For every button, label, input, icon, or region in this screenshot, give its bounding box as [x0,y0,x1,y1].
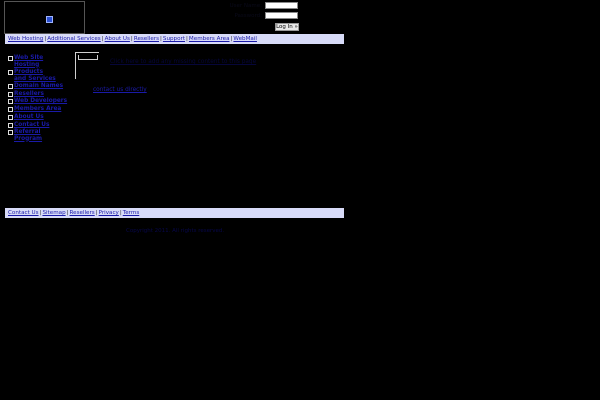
content-faint-link[interactable]: Click here to add any missing content to… [110,59,256,65]
footer-sitemap[interactable]: Sitemap [42,210,65,216]
sidebar-link[interactable]: Contact Us [14,122,70,129]
checkbox-icon [8,122,13,128]
sidebar-link[interactable]: About Us [14,114,70,121]
sidebar-item-resellers: Resellers [8,91,70,98]
nav-additional-services[interactable]: Additional Services [47,36,100,42]
nav-about-us[interactable]: About Us [105,36,130,42]
sidebar-item-web-developers: Web Developers [8,98,70,105]
login-button[interactable]: Log In » [275,23,299,31]
checkbox-icon [8,130,13,135]
checkbox-icon [8,115,13,120]
password-label: Password: [234,13,262,19]
nav-web-hosting[interactable]: Web Hosting [8,36,43,42]
sidebar-item-referral-program: Referral Program [8,129,70,142]
checkbox-icon [8,84,13,89]
username-label: User Name: [229,3,262,9]
footer-contact-us[interactable]: Contact Us [8,210,39,216]
checkbox-icon [8,106,13,112]
sidebar-link[interactable]: Web Developers [14,98,70,105]
decorative-bracket [75,52,99,79]
logo-box[interactable] [4,1,85,34]
username-field[interactable] [265,2,298,9]
contact-directly-link[interactable]: contact us directly [93,87,147,93]
nav-support[interactable]: Support [163,36,185,42]
sidebar-item-domain-names: Domain Names [8,83,70,90]
sidebar-item-contact-us: Contact Us [8,122,70,129]
checkbox-icon [8,91,13,97]
sidebar-item-about-us: About Us [8,114,70,121]
checkbox-icon [8,99,13,104]
nav-resellers[interactable]: Resellers [134,36,159,42]
sidebar-item-products-and-services: Products and Services [8,69,70,82]
footer-privacy[interactable]: Privacy [99,210,119,216]
broken-image-icon [46,16,53,23]
top-nav-bar: Web Hosting|Additional Services|About Us… [5,34,344,44]
footer-nav-bar: Contact Us|Sitemap|Resellers|Privacy|Ter… [5,208,344,218]
copyright-text: Copyright 2011. All rights reserved. [126,228,225,234]
checkbox-icon [8,70,13,75]
sidebar-menu: Web Site Hosting Products and Services D… [8,55,70,143]
password-field[interactable] [265,12,298,19]
sidebar-link[interactable]: Web Site Hosting [14,55,70,68]
nav-members-area[interactable]: Members Area [189,36,230,42]
sidebar-item-web-site-hosting: Web Site Hosting [8,55,70,68]
nav-webmail[interactable]: WebMail [233,36,257,42]
sidebar-link[interactable]: Members Area [14,106,70,113]
sidebar-link[interactable]: Referral Program [14,129,70,142]
sidebar-link[interactable]: Resellers [14,91,70,98]
sidebar-link[interactable]: Domain Names [14,83,70,90]
footer-terms[interactable]: Terms [123,210,139,216]
sidebar-link[interactable]: Products and Services [14,69,56,82]
sidebar-item-members-area: Members Area [8,106,70,113]
footer-resellers[interactable]: Resellers [70,210,95,216]
checkbox-icon [8,56,13,61]
